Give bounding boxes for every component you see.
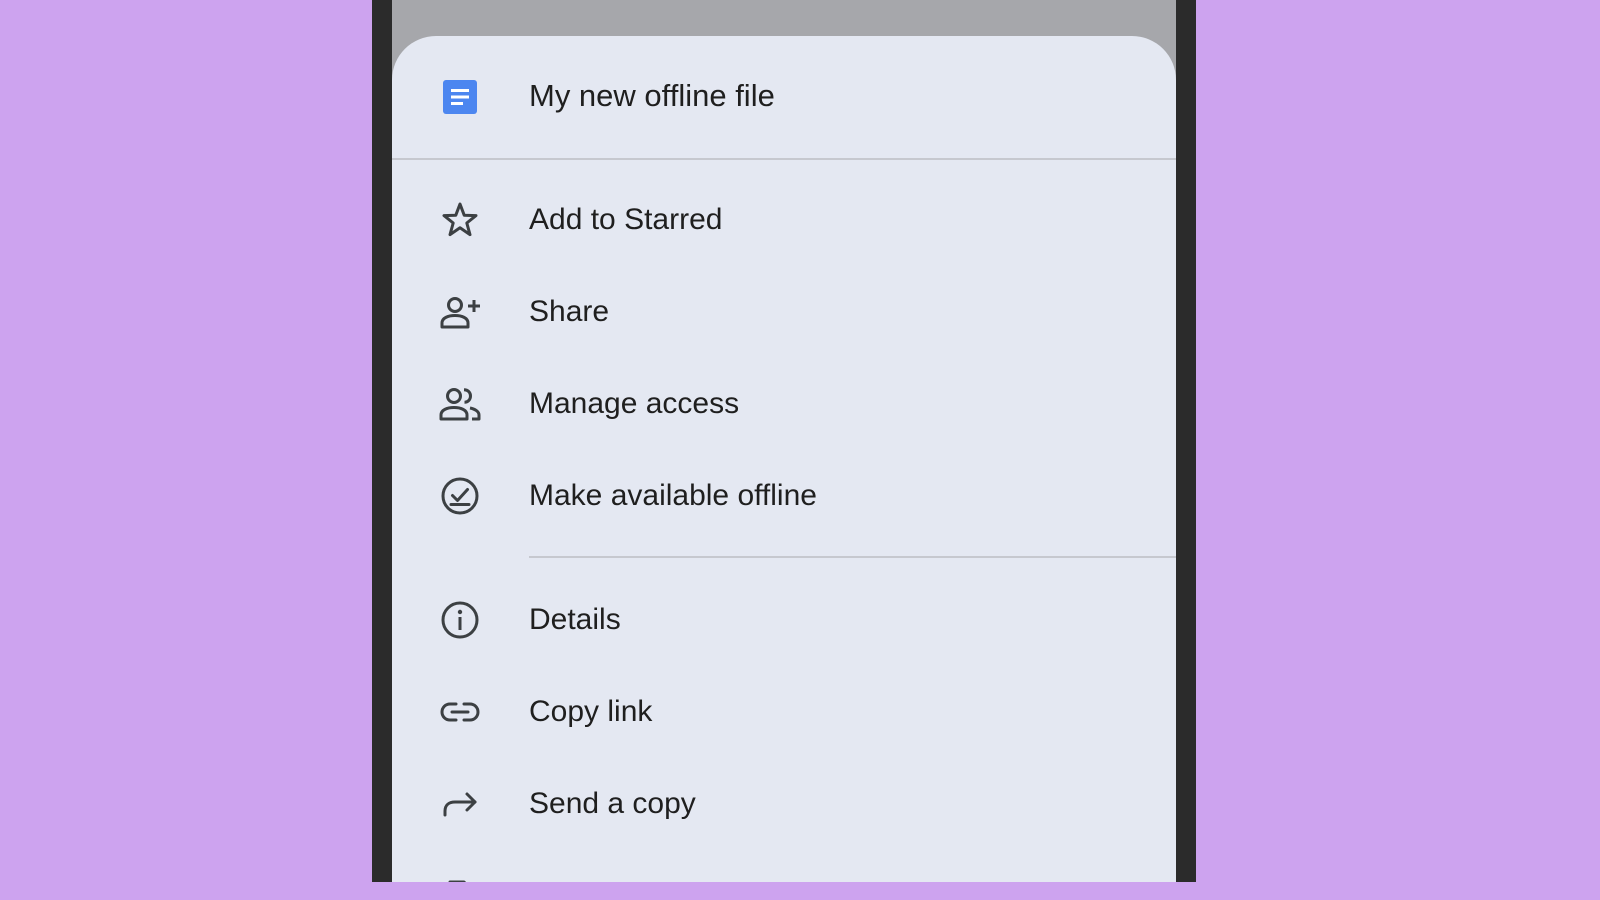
menu-item-details[interactable]: Details — [392, 576, 1176, 664]
menu-item-label: Manage access — [529, 387, 740, 420]
offline-check-icon — [441, 477, 479, 515]
star-outline-icon — [442, 202, 478, 237]
people-icon — [439, 388, 481, 421]
bottom-sheet-menu: My new offline file Add to Starred Share — [392, 36, 1176, 882]
docs-file-icon — [443, 80, 477, 114]
menu-item-label: Add to Starred — [529, 203, 723, 236]
menu-item-send-a-copy[interactable]: Send a copy — [392, 760, 1176, 848]
menu-item-make-available-offline[interactable]: Make available offline — [392, 452, 1176, 540]
file-title: My new offline file — [529, 78, 775, 113]
menu-item-label: Share — [529, 295, 610, 328]
phone-frame: My new offline file Add to Starred Share — [372, 0, 1196, 882]
menu-item-label: Details — [529, 603, 621, 636]
person-add-icon — [440, 297, 480, 329]
menu-item-label: Make available offline — [529, 479, 817, 512]
file-icon — [448, 880, 467, 882]
menu-item-partial[interactable] — [392, 852, 1176, 882]
menu-item-copy-link[interactable]: Copy link — [392, 668, 1176, 756]
menu-item-label: Send a copy — [529, 787, 696, 820]
link-icon — [440, 702, 480, 722]
info-icon — [441, 601, 479, 639]
menu-item-label: Copy link — [529, 695, 653, 728]
menu-divider — [529, 556, 1176, 558]
phone-screen: My new offline file Add to Starred Share — [392, 0, 1176, 882]
menu-item-manage-access[interactable]: Manage access — [392, 360, 1176, 448]
sheet-header: My new offline file — [392, 36, 1176, 160]
menu-item-share[interactable]: Share — [392, 268, 1176, 356]
menu-item-add-to-starred[interactable]: Add to Starred — [392, 176, 1176, 264]
forward-arrow-icon — [443, 792, 477, 817]
